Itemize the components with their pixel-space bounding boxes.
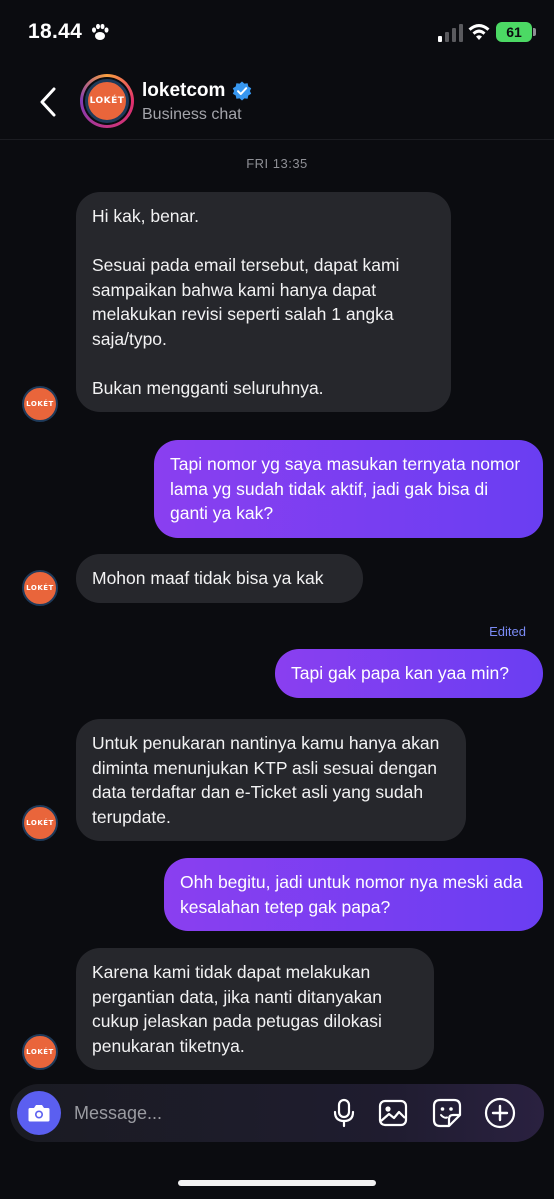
message-received[interactable]: Hi kak, benar. Sesuai pada email tersebu… — [76, 192, 451, 412]
message-composer — [10, 1084, 544, 1142]
home-indicator[interactable] — [178, 1180, 376, 1186]
contact-name[interactable]: loketcom — [142, 80, 225, 102]
battery-indicator: 61 — [496, 22, 536, 42]
signal-icon — [438, 24, 463, 42]
contact-avatar[interactable]: LOKÉT — [80, 74, 134, 128]
sender-avatar[interactable]: LOKÉT — [22, 805, 58, 841]
edited-label: Edited — [489, 624, 526, 639]
date-separator: FRI 13:35 — [246, 156, 308, 171]
back-chevron-icon — [40, 87, 56, 117]
camera-button[interactable] — [17, 1091, 61, 1135]
message-sent[interactable]: Tapi nomor yg saya masukan ternyata nomo… — [154, 440, 543, 538]
sticker-icon — [432, 1098, 462, 1128]
wifi-icon — [468, 24, 490, 40]
loket-logo: LOKÉT — [85, 79, 129, 123]
camera-icon — [28, 1105, 50, 1122]
message-sent[interactable]: Tapi gak papa kan yaa min? — [275, 649, 543, 698]
image-icon — [378, 1099, 408, 1127]
paw-icon — [92, 23, 109, 40]
more-options-button[interactable] — [484, 1097, 516, 1129]
sender-avatar[interactable]: LOKÉT — [22, 1034, 58, 1070]
status-time: 18.44 — [28, 20, 83, 43]
loket-logo: LOKÉT — [22, 1034, 58, 1070]
message-input[interactable] — [74, 1084, 314, 1142]
gallery-button[interactable] — [377, 1097, 409, 1129]
status-bar: 18.44 61 — [0, 0, 554, 64]
message-sent[interactable]: Ohh begitu, jadi untuk nomor nya meski a… — [164, 858, 543, 931]
plus-icon — [484, 1097, 516, 1129]
contact-subtitle: Business chat — [142, 106, 242, 123]
sticker-button[interactable] — [431, 1097, 463, 1129]
microphone-icon — [333, 1098, 355, 1128]
message-received[interactable]: Karena kami tidak dapat melakukan pergan… — [76, 948, 434, 1070]
message-received[interactable]: Mohon maaf tidak bisa ya kak — [76, 554, 363, 603]
sender-avatar[interactable]: LOKÉT — [22, 386, 58, 422]
battery-level: 61 — [506, 24, 522, 40]
voice-message-button[interactable] — [328, 1097, 360, 1129]
chat-header: LOKÉT loketcom Business chat — [0, 64, 554, 140]
sender-avatar[interactable]: LOKÉT — [22, 570, 58, 606]
loket-logo: LOKÉT — [22, 805, 58, 841]
loket-logo: LOKÉT — [22, 386, 58, 422]
verified-badge-icon — [232, 81, 252, 101]
back-button[interactable] — [30, 82, 66, 122]
message-received[interactable]: Untuk penukaran nantinya kamu hanya akan… — [76, 719, 466, 841]
loket-logo: LOKÉT — [22, 570, 58, 606]
